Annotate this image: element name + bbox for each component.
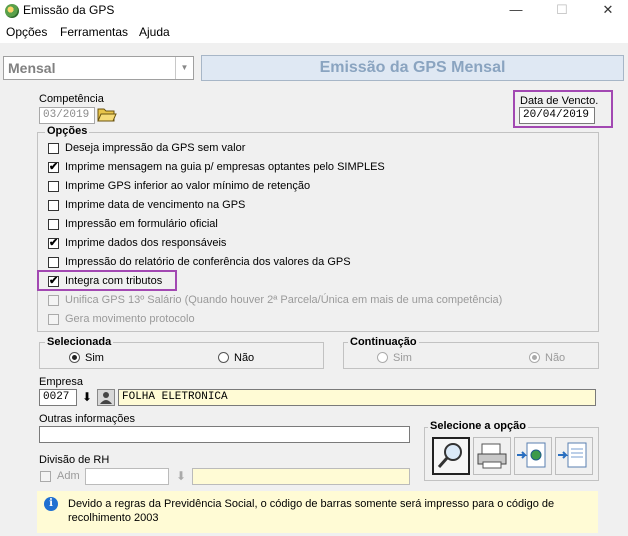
radio-continuacao-sim-label: Sim [393,352,412,364]
radio-continuacao-nao-label: Não [545,352,566,364]
mode-select-value: Mensal [8,60,56,76]
maximize-button[interactable]: ☐ [553,2,571,18]
selecione-title: Selecione a opção [428,420,528,432]
empresa-code-field[interactable]: 0027 [39,389,77,406]
printer-icon [477,443,507,469]
checkbox-formulario-oficial-label: Impressão em formulário oficial [65,218,218,230]
divisao-down-arrow-icon[interactable]: ⬇ [172,468,190,485]
menu-opcoes[interactable]: Opções [6,25,47,39]
checkbox-data-vencimento[interactable] [48,200,59,211]
folder-open-icon[interactable] [97,105,117,123]
window-title: Emissão da GPS [23,3,115,17]
preview-button[interactable] [432,437,470,475]
radio-selecionada-nao[interactable] [218,352,229,363]
empresa-name-field[interactable]: FOLHA ELETRONICA [118,389,596,406]
app-gps-icon [5,4,19,18]
menu-ferramentas[interactable]: Ferramentas [60,25,128,39]
vencimento-label: Data de Vencto. [520,95,599,107]
radio-selecionada-sim-label: Sim [85,352,104,364]
info-icon: i [44,497,58,511]
checkbox-formulario-oficial[interactable] [48,219,59,230]
mode-select[interactable]: Mensal ▼ [3,56,194,80]
opcoes-title: Opções [45,125,90,137]
divisao-name-field[interactable] [192,468,410,485]
checkbox-unifica-13-label: Unifica GPS 13º Salário (Quando houver 2… [65,294,503,306]
radio-selecionada-sim[interactable] [69,352,80,363]
checkbox-simples-label: Imprime mensagem na guia p/ empresas opt… [65,161,385,173]
down-arrow-icon[interactable]: ⬇ [80,389,94,406]
checkbox-adm-label: Adm [57,470,80,482]
page-title: Emissão da GPS Mensal [319,59,506,76]
menu-ajuda[interactable]: Ajuda [139,25,170,39]
menu-bar: Opções Ferramentas Ajuda [0,22,628,43]
checkbox-sem-valor[interactable] [48,143,59,154]
radio-selecionada-nao-label: Não [234,352,255,364]
header-banner: Emissão da GPS Mensal [201,55,624,81]
outras-label: Outras informações [39,413,135,425]
close-button[interactable]: ✕ [599,2,617,18]
export-globe-button[interactable] [514,437,552,475]
continuacao-title: Continuação [348,336,419,348]
print-button[interactable] [473,437,511,475]
competencia-label: Competência [39,93,104,105]
divisao-code-field[interactable] [85,468,169,485]
checkbox-movimento-protocolo-label: Gera movimento protocolo [65,313,195,325]
chevron-down-icon[interactable]: ▼ [175,57,193,79]
checkbox-unifica-13[interactable] [48,295,59,306]
document-export-icon [558,442,587,468]
radio-continuacao-sim[interactable] [377,352,388,363]
vencimento-field[interactable]: 20/04/2019 [519,107,595,124]
radio-continuacao-nao[interactable] [529,352,540,363]
checkbox-data-vencimento-label: Imprime data de vencimento na GPS [65,199,246,211]
export-document-button[interactable] [555,437,593,475]
checkbox-dados-responsaveis[interactable]: ✔ [48,237,59,249]
person-search-icon[interactable] [97,389,115,406]
checkbox-integra-tributos-label: Integra com tributos [65,275,163,287]
divisao-label: Divisão de RH [39,454,110,466]
checkbox-relatorio-conferencia-label: Impressão do relatório de conferência do… [65,256,351,268]
globe-export-icon [517,442,546,468]
title-bar: Emissão da GPS — ☐ ✕ [0,0,628,22]
checkbox-sem-valor-label: Deseja impressão da GPS sem valor [65,142,246,154]
info-bar: i Devido a regras da Previdência Social,… [37,491,598,533]
checkbox-integra-tributos[interactable]: ✔ [48,275,59,287]
checkbox-adm[interactable] [40,471,51,482]
magnifier-icon [437,443,462,468]
checkbox-dados-responsaveis-label: Imprime dados dos responsáveis [65,237,227,249]
empresa-label: Empresa [39,376,84,388]
checkbox-inferior-minimo[interactable] [48,181,59,192]
checkbox-inferior-minimo-label: Imprime GPS inferior ao valor mínimo de … [65,180,311,192]
outras-field[interactable] [39,426,410,443]
checkbox-simples[interactable]: ✔ [48,161,59,173]
selecionada-title: Selecionada [45,336,114,348]
minimize-button[interactable]: — [507,2,525,18]
checkbox-relatorio-conferencia[interactable] [48,257,59,268]
checkbox-movimento-protocolo[interactable] [48,314,59,325]
competencia-field[interactable]: 03/2019 [39,107,95,124]
info-text: Devido a regras da Previdência Social, o… [68,498,555,524]
